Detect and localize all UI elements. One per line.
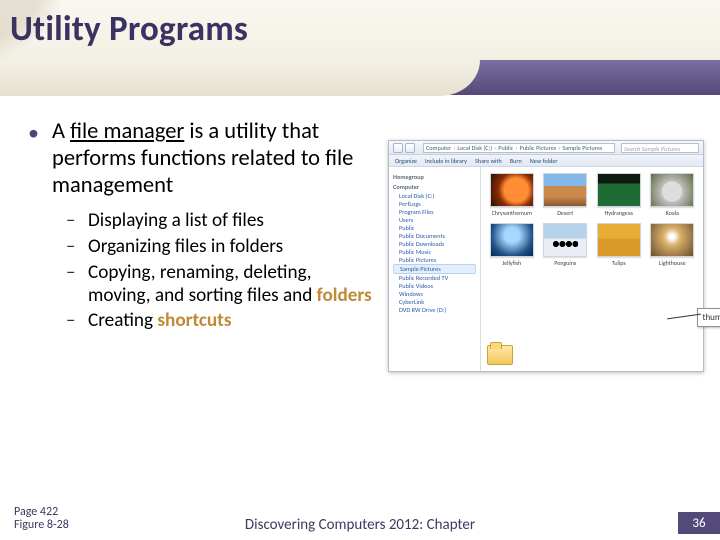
thumbnail-caption: Koala: [666, 209, 679, 217]
sub-bullet-3-accent: folders: [317, 284, 372, 307]
thumbnail-image-icon: [597, 223, 641, 257]
thumbnail-item[interactable]: Jellyfish: [487, 223, 537, 267]
thumbnail-caption: Penguins: [554, 259, 576, 267]
sidebar-item[interactable]: PerfLogs: [393, 200, 476, 208]
thumbnail-image-icon: [490, 173, 534, 207]
thumbnail-item[interactable]: Desert: [541, 173, 591, 217]
toolbar-item[interactable]: Include in library: [425, 157, 467, 165]
thumbnail-item[interactable]: Lighthouse: [648, 223, 698, 267]
sidebar-item[interactable]: Public Music: [393, 248, 476, 256]
sidebar-item[interactable]: Public Documents: [393, 232, 476, 240]
thumbnail-image-icon: [597, 173, 641, 207]
slide-title: Utility Programs: [10, 8, 248, 50]
thumbnail-image-icon: [543, 223, 587, 257]
figure-main-pane: Chrysanthemum Desert Hydrangeas Koala Je…: [481, 167, 703, 371]
figure-toolbar: Organize Include in library Share with B…: [389, 155, 703, 167]
thumbnail-caption: Chrysanthemum: [492, 209, 532, 217]
dash-icon: –: [66, 261, 80, 307]
sub-bullet-text: Organizing files in folders: [88, 235, 283, 259]
figure-nav-buttons[interactable]: [393, 143, 415, 153]
sub-bullet-text: Displaying a list of files: [88, 209, 264, 233]
thumbnail-image-icon: [543, 173, 587, 207]
slide-number: 36: [678, 512, 720, 534]
thumbnail-item[interactable]: Hydrangeas: [594, 173, 644, 217]
thumbnail-item[interactable]: Tulips: [594, 223, 644, 267]
breadcrumb-seg[interactable]: Computer: [426, 144, 451, 152]
sidebar-item[interactable]: Public: [393, 224, 476, 232]
breadcrumb-seg[interactable]: Public: [498, 144, 513, 152]
sidebar-item[interactable]: Public Pictures: [393, 256, 476, 264]
breadcrumb-seg[interactable]: Sample Pictures: [562, 144, 602, 152]
sidebar-header[interactable]: Computer: [393, 183, 476, 191]
figure-body: Homegroup Computer Local Disk (C:) PerfL…: [389, 167, 703, 371]
sub-bullet: – Displaying a list of files: [66, 209, 378, 233]
chevron-right-icon: ›: [453, 144, 455, 152]
thumbnail-caption: Tulips: [612, 259, 626, 267]
sub-bullet-4-accent: shortcuts: [157, 309, 231, 332]
thumbnail-image-icon: [490, 223, 534, 257]
footer-center: Discovering Computers 2012: Chapter: [0, 516, 720, 534]
main-bullet-term: file manager: [70, 118, 184, 145]
dash-icon: –: [66, 235, 80, 259]
sidebar-item[interactable]: CyberLink: [393, 298, 476, 306]
sidebar-item-selected[interactable]: Sample Pictures: [393, 264, 476, 274]
figure-search-input[interactable]: Search Sample Pictures: [621, 143, 699, 153]
toolbar-item[interactable]: Share with: [475, 157, 502, 165]
figure-titlebar: Computer› Local Disk (C:)› Public› Publi…: [389, 141, 703, 155]
sidebar-item[interactable]: Local Disk (C:): [393, 192, 476, 200]
figure-breadcrumb[interactable]: Computer› Local Disk (C:)› Public› Publi…: [423, 143, 615, 153]
chevron-right-icon: ›: [558, 144, 560, 152]
sub-bullet: – Organizing files in folders: [66, 235, 378, 259]
breadcrumb-seg[interactable]: Public Pictures: [520, 144, 557, 152]
sub-bullet-text: Creating shortcuts: [88, 309, 232, 333]
nav-forward-icon[interactable]: [405, 143, 415, 153]
thumbnail-item[interactable]: Koala: [648, 173, 698, 217]
bullet-dot-icon: •: [28, 118, 42, 199]
dash-icon: –: [66, 309, 80, 333]
chevron-right-icon: ›: [515, 144, 517, 152]
figure-sidebar: Homegroup Computer Local Disk (C:) PerfL…: [389, 167, 481, 371]
callout-label: thumbnail: [697, 308, 720, 327]
thumbnail-image-icon: [650, 173, 694, 207]
toolbar-item[interactable]: Burn: [510, 157, 522, 165]
chevron-right-icon: ›: [494, 144, 496, 152]
sub-bullet-list: – Displaying a list of files – Organizin…: [66, 209, 378, 333]
breadcrumb-seg[interactable]: Local Disk (C:): [457, 144, 492, 152]
sidebar-item[interactable]: Users: [393, 216, 476, 224]
main-bullet-prefix: A: [52, 118, 70, 145]
sub-bullet: – Creating shortcuts: [66, 309, 378, 333]
figure-file-manager: Computer› Local Disk (C:)› Public› Publi…: [388, 140, 704, 372]
thumbnail-grid: Chrysanthemum Desert Hydrangeas Koala Je…: [487, 173, 697, 267]
thumbnail-image-icon: [650, 223, 694, 257]
dash-icon: –: [66, 209, 80, 233]
sidebar-item[interactable]: Public Videos: [393, 282, 476, 290]
thumbnail-item[interactable]: Penguins: [541, 223, 591, 267]
thumbnail-caption: Hydrangeas: [604, 209, 633, 217]
sidebar-item[interactable]: DVD RW Drive (D:): [393, 306, 476, 314]
sidebar-item[interactable]: Windows: [393, 290, 476, 298]
sidebar-item[interactable]: Program Files: [393, 208, 476, 216]
header-overhang: [0, 60, 480, 96]
sidebar-item[interactable]: Public Downloads: [393, 240, 476, 248]
sub-bullet-4-part1: Creating: [88, 309, 157, 332]
sidebar-item[interactable]: Public Recorded TV: [393, 274, 476, 282]
figure-callout: thumbnail: [697, 308, 720, 327]
thumbnail-caption: Lighthouse: [659, 259, 686, 267]
thumbnail-item[interactable]: Chrysanthemum: [487, 173, 537, 217]
sidebar-header[interactable]: Homegroup: [393, 173, 476, 181]
main-bullet-text: A file manager is a utility that perform…: [52, 118, 378, 199]
thumbnail-caption: Desert: [557, 209, 573, 217]
main-bullet: • A file manager is a utility that perfo…: [28, 118, 378, 199]
toolbar-item[interactable]: Organize: [395, 157, 417, 165]
toolbar-item[interactable]: New folder: [530, 157, 558, 165]
sub-bullet: – Copying, renaming, deleting, moving, a…: [66, 261, 378, 307]
content-area: • A file manager is a utility that perfo…: [28, 118, 378, 335]
header-band: Utility Programs: [0, 0, 720, 95]
thumbnail-caption: Jellyfish: [502, 259, 521, 267]
folder-icon[interactable]: [487, 345, 513, 365]
sub-bullet-3-part1: Copying, renaming, deleting, moving, and…: [88, 261, 317, 307]
nav-back-icon[interactable]: [393, 143, 403, 153]
sub-bullet-text: Copying, renaming, deleting, moving, and…: [88, 261, 378, 307]
